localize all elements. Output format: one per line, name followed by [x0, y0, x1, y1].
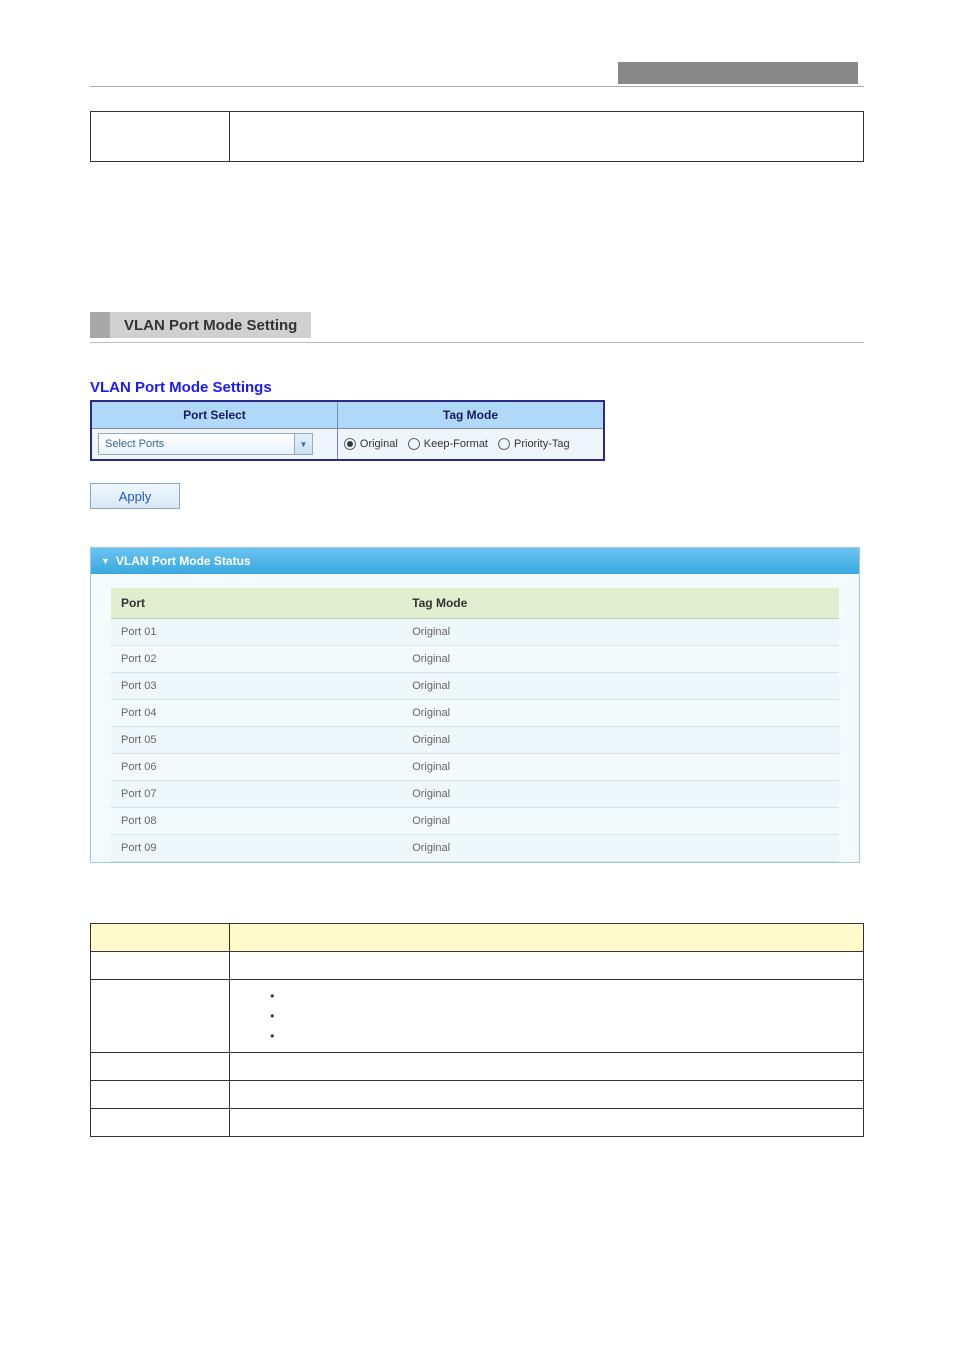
port-cell: Port 03 [111, 673, 402, 700]
port-select-dropdown-text: Select Ports [99, 438, 294, 450]
radio-priority-tag[interactable] [498, 438, 510, 450]
chevron-down-icon: ▼ [101, 556, 110, 566]
radio-keep-format[interactable] [408, 438, 420, 450]
table-row: Port 09Original [111, 835, 839, 862]
desc-header-description [230, 924, 864, 952]
table-row: Port 02Original [111, 646, 839, 673]
table-row: Port 06Original [111, 754, 839, 781]
port-cell: Port 04 [111, 700, 402, 727]
table-row: Port 01Original [111, 619, 839, 646]
table-row: Port 07Original [111, 781, 839, 808]
section-heading: VLAN Port Mode Setting [110, 312, 311, 338]
status-header-tag-mode: Tag Mode [402, 588, 839, 619]
radio-priority-tag-label: Priority-Tag [514, 438, 570, 450]
mode-cell: Original [402, 727, 839, 754]
mode-cell: Original [402, 808, 839, 835]
table-row: Port 04Original [111, 700, 839, 727]
port-select-dropdown[interactable]: Select Ports ▼ [98, 433, 313, 455]
section-divider [90, 342, 864, 343]
bullet-icon: • [270, 1026, 853, 1046]
port-cell: Port 05 [111, 727, 402, 754]
table-row: Port 05Original [111, 727, 839, 754]
apply-button[interactable]: Apply [90, 483, 180, 509]
chevron-down-icon: ▼ [294, 434, 312, 454]
settings-table: Port Select Tag Mode Select Ports ▼ Orig… [90, 400, 605, 461]
status-table: Port Tag Mode Port 01Original Port 02Ori… [111, 588, 839, 862]
table-row: Port 03Original [111, 673, 839, 700]
port-cell: Port 06 [111, 754, 402, 781]
status-header-port: Port [111, 588, 402, 619]
section-heading-row: VLAN Port Mode Setting [90, 312, 954, 338]
port-cell: Port 09 [111, 835, 402, 862]
mode-cell: Original [402, 673, 839, 700]
mode-cell: Original [402, 835, 839, 862]
status-panel: ▼ VLAN Port Mode Status Port Tag Mode Po… [90, 547, 860, 863]
port-cell: Port 07 [111, 781, 402, 808]
radio-keep-format-label: Keep-Format [424, 438, 488, 450]
header-gray-bar [618, 62, 858, 84]
radio-original-label: Original [360, 438, 398, 450]
status-panel-header[interactable]: ▼ VLAN Port Mode Status [91, 548, 859, 574]
mode-cell: Original [402, 700, 839, 727]
description-table: • • • [90, 923, 864, 1137]
radio-original[interactable] [344, 438, 356, 450]
bullet-icon: • [270, 986, 853, 1006]
heading-left-block [90, 312, 110, 338]
status-panel-title: VLAN Port Mode Status [116, 554, 251, 568]
settings-title: VLAN Port Mode Settings [90, 379, 860, 396]
table-row: Port 08Original [111, 808, 839, 835]
settings-header-tag-mode: Tag Mode [337, 401, 604, 429]
desc-header-object [91, 924, 230, 952]
bullet-icon: • [270, 1006, 853, 1026]
screenshot-area: VLAN Port Mode Settings Port Select Tag … [90, 379, 860, 863]
mode-cell: Original [402, 781, 839, 808]
mode-cell: Original [402, 646, 839, 673]
mode-cell: Original [402, 619, 839, 646]
port-cell: Port 08 [111, 808, 402, 835]
top-divider [90, 86, 864, 87]
port-cell: Port 01 [111, 619, 402, 646]
upper-empty-table [90, 111, 864, 162]
port-cell: Port 02 [111, 646, 402, 673]
settings-header-port-select: Port Select [91, 401, 337, 429]
tag-mode-radio-group: Original Keep-Format Priority-Tag [344, 438, 597, 450]
bullet-list: • • • [240, 986, 853, 1046]
mode-cell: Original [402, 754, 839, 781]
